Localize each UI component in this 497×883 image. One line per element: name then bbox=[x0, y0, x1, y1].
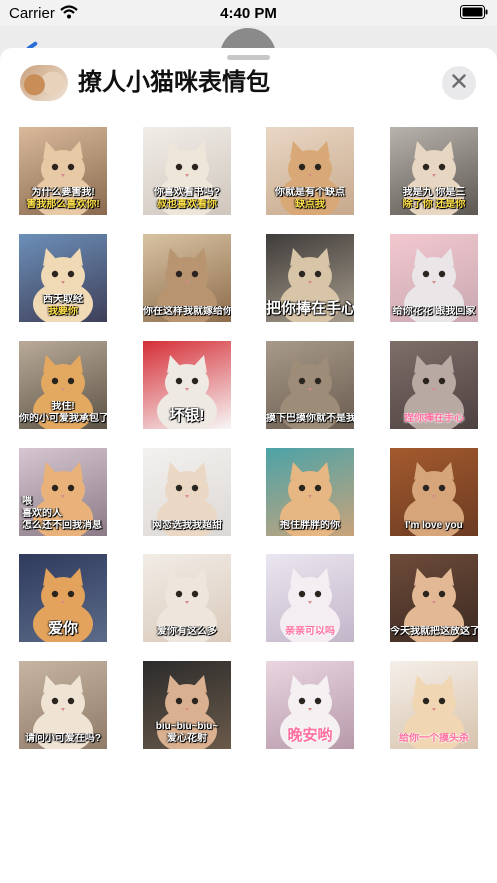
sticker-caption: 怎么还不回我消息 bbox=[22, 520, 102, 531]
sticker-caption: 亲亲可以吗 bbox=[285, 626, 335, 637]
sticker-item[interactable]: 我住! 你的小可爱我承包了 bbox=[19, 341, 107, 429]
sticker-caption: 西天取经 bbox=[43, 294, 83, 305]
sticker-caption: 我住! bbox=[51, 401, 75, 412]
sticker-item[interactable]: 爱你 bbox=[19, 554, 107, 642]
sticker-item[interactable]: 捏你捧在手心 bbox=[390, 341, 478, 429]
close-button[interactable] bbox=[442, 66, 476, 100]
sticker-item[interactable]: 今天我就把这放这了 bbox=[390, 554, 478, 642]
sticker-caption: 网恋选我我超甜 bbox=[152, 520, 222, 531]
app-icon bbox=[20, 65, 68, 101]
sticker-caption: 抱住胖胖的你 bbox=[280, 520, 340, 531]
sticker-sheet: 撩人小猫咪表情包 为什么要害我! 害我那么喜欢你! 你喜欢看书吗? 叔也喜欢看你 你就是… bbox=[0, 48, 497, 883]
sticker-item[interactable]: 摸下巴摸你就不是我的我了 bbox=[266, 341, 354, 429]
sticker-item[interactable]: 我是九 你是三 除了你 还是你 bbox=[390, 127, 478, 215]
sticker-caption: 坏银! bbox=[169, 407, 205, 424]
sticker-item[interactable]: I'm love you bbox=[390, 448, 478, 536]
sticker-item[interactable]: 晚安哟 bbox=[266, 661, 354, 749]
page-title: 撩人小猫咪表情包 bbox=[78, 69, 270, 96]
sticker-item[interactable]: 你在这样我就嫁给你喝 bbox=[143, 234, 231, 322]
sticker-caption: biu~biu~biu~ bbox=[155, 721, 219, 732]
sheet-grabber[interactable] bbox=[227, 55, 270, 60]
sticker-caption: 爱你有这么多 bbox=[157, 626, 217, 637]
sticker-item[interactable]: 你喜欢看书吗? 叔也喜欢看你 bbox=[143, 127, 231, 215]
sticker-caption: 喂 bbox=[22, 496, 32, 507]
sticker-caption: 叔也喜欢看你 bbox=[157, 199, 217, 210]
sticker-item[interactable]: 你就是有个缺点 缺点我 bbox=[266, 127, 354, 215]
sticker-item[interactable]: 抱住胖胖的你 bbox=[266, 448, 354, 536]
sticker-caption: 你就是有个缺点 bbox=[275, 187, 345, 198]
sticker-item[interactable]: 给你花花 跟我回家 bbox=[390, 234, 478, 322]
sticker-caption: 你在这样我就嫁给你喝 bbox=[143, 306, 231, 317]
sticker-item[interactable]: 为什么要害我! 害我那么喜欢你! bbox=[19, 127, 107, 215]
sticker-item[interactable]: 亲亲可以吗 bbox=[266, 554, 354, 642]
sticker-caption: 爱心花射 bbox=[167, 733, 207, 744]
sticker-caption: 缺点我 bbox=[295, 199, 325, 210]
sticker-item[interactable]: 把你捧在手心里 bbox=[266, 234, 354, 322]
sticker-item[interactable]: 给你一个摸头杀 bbox=[390, 661, 478, 749]
sticker-caption: 我是九 你是三 bbox=[402, 187, 466, 198]
sticker-item[interactable]: biu~biu~biu~ 爱心花射 bbox=[143, 661, 231, 749]
sticker-caption: 给你花花 跟我回家 bbox=[392, 306, 476, 317]
sticker-caption: 你喜欢看书吗? bbox=[153, 187, 221, 198]
sticker-caption: 我要你 bbox=[48, 306, 78, 317]
sticker-caption: I'm love you bbox=[405, 520, 463, 531]
sticker-caption: 捏你捧在手心 bbox=[404, 413, 464, 424]
sticker-item[interactable]: 爱你有这么多 bbox=[143, 554, 231, 642]
sticker-caption: 喜欢的人 bbox=[22, 508, 62, 519]
battery-icon bbox=[460, 5, 488, 24]
sticker-caption: 你的小可爱我承包了 bbox=[19, 413, 107, 424]
sticker-caption: 晚安哟 bbox=[287, 727, 333, 744]
sticker-item[interactable]: 喂喜欢的人 怎么还不回我消息 bbox=[19, 448, 107, 536]
sticker-caption: 为什么要害我! bbox=[31, 187, 95, 198]
sticker-caption: 害我那么喜欢你! bbox=[26, 199, 100, 210]
sticker-caption: 摸下巴摸你就不是我的我了 bbox=[266, 413, 354, 424]
sticker-item[interactable]: 请问小可爱在吗? bbox=[19, 661, 107, 749]
sticker-caption: 今天我就把这放这了 bbox=[390, 626, 478, 637]
sticker-caption: 给你一个摸头杀 bbox=[399, 733, 469, 744]
sticker-caption: 爱你 bbox=[47, 620, 78, 637]
clock: 4:40 PM bbox=[220, 5, 277, 22]
sticker-item[interactable]: 网恋选我我超甜 bbox=[143, 448, 231, 536]
status-bar: Carrier 4:40 PM bbox=[0, 0, 497, 26]
sticker-caption: 把你捧在手心里 bbox=[266, 300, 354, 317]
sticker-item[interactable]: 西天取经 我要你 bbox=[19, 234, 107, 322]
sticker-item[interactable]: 坏银! bbox=[143, 341, 231, 429]
sticker-caption: 请问小可爱在吗? bbox=[24, 733, 102, 744]
sticker-caption: 除了你 还是你 bbox=[402, 199, 466, 210]
close-icon bbox=[452, 73, 466, 93]
